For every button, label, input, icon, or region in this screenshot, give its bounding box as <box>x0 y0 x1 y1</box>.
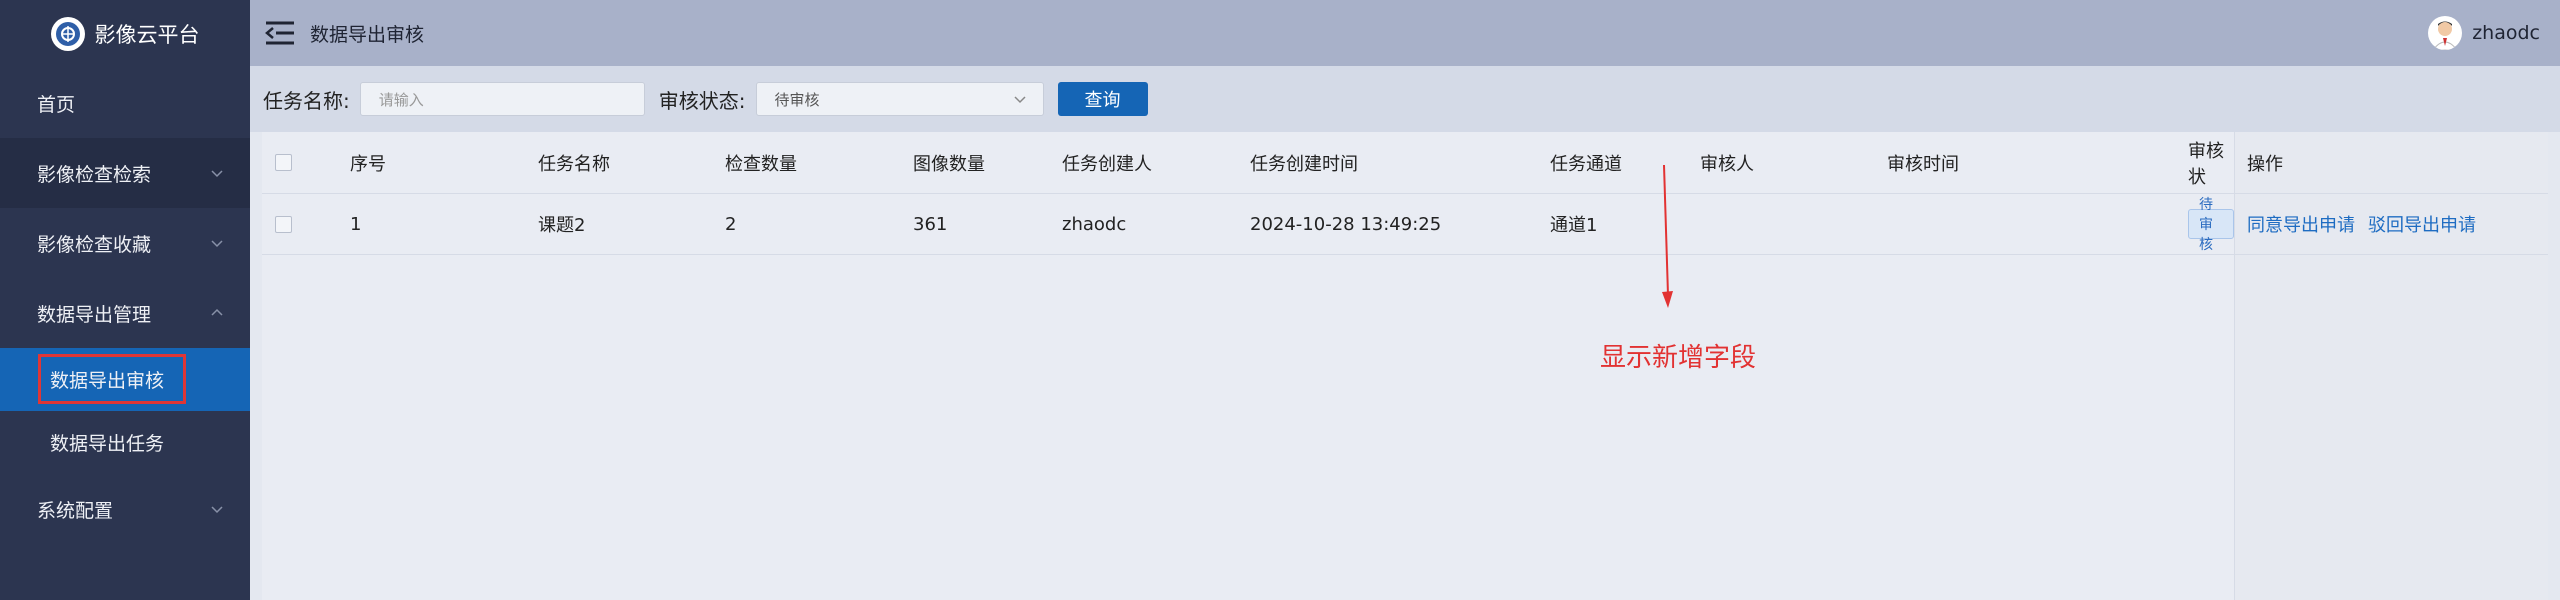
row-checkbox[interactable] <box>275 215 292 233</box>
sidebar-item-label: 数据导出任务 <box>50 433 165 455</box>
sidebar-item-home[interactable]: 首页 <box>0 68 250 138</box>
table-row: 1 课题2 2 361 zhaodc 2024-10-28 13:49:25 通… <box>262 194 2548 255</box>
cell-task-name: 课题2 <box>538 215 586 236</box>
column-header: 审核人 <box>1700 153 1754 175</box>
app-logo[interactable]: 影像云平台 <box>0 0 250 68</box>
menu-collapse-icon[interactable] <box>264 19 296 47</box>
column-header: 检查数量 <box>725 153 797 175</box>
task-name-label: 任务名称: <box>263 88 350 113</box>
task-name-input[interactable]: 请输入 <box>359 82 645 116</box>
column-header: 审核时间 <box>1887 153 1959 175</box>
column-header: 任务创建人 <box>1062 153 1152 175</box>
column-header: 图像数量 <box>913 153 985 175</box>
review-table: 序号 任务名称 检查数量 图像数量 任务创建人 任务创建时间 任务通道 审核人 … <box>262 132 2548 600</box>
sidebar-item-label: 首页 <box>37 93 76 116</box>
logo-icon <box>50 17 85 51</box>
chevron-down-icon <box>1013 96 1026 104</box>
operations-column: 操作 同意导出申请 驳回导出申请 <box>2234 132 2548 600</box>
sidebar-item-label: 数据导出审核 <box>50 370 165 392</box>
chevron-down-icon <box>211 506 223 514</box>
chevron-up-icon <box>211 308 223 316</box>
username: zhaodc <box>2472 22 2540 44</box>
sidebar-item-data-export[interactable]: 数据导出管理 <box>0 278 250 348</box>
sidebar-item-label: 系统配置 <box>37 499 114 522</box>
cell-image-count: 361 <box>913 213 948 235</box>
top-header: 数据导出审核 zhaodc <box>250 0 2560 66</box>
sidebar-item-image-favorites[interactable]: 影像检查收藏 <box>0 208 250 278</box>
sidebar-item-label: 影像检查检索 <box>37 163 152 186</box>
status-select-value: 待审核 <box>774 90 820 109</box>
status-badge: 待审核 <box>2188 197 2234 253</box>
select-all-checkbox[interactable] <box>275 154 292 171</box>
column-header: 任务名称 <box>538 153 610 175</box>
annotation-text: 显示新增字段 <box>1600 343 1757 373</box>
chevron-down-icon <box>211 240 223 248</box>
column-header: 序号 <box>350 153 386 175</box>
operations-row: 同意导出申请 驳回导出申请 <box>2235 194 2548 255</box>
operations-header: 操作 <box>2235 132 2548 194</box>
sidebar-item-label: 数据导出管理 <box>37 303 152 326</box>
task-name-placeholder: 请输入 <box>378 90 424 109</box>
chevron-down-icon <box>211 170 223 178</box>
cell-index: 1 <box>350 213 362 235</box>
cell-created-at: 2024-10-28 13:49:25 <box>1250 213 1442 235</box>
sidebar-item-export-tasks[interactable]: 数据导出任务 <box>0 411 250 474</box>
sidebar-item-image-search[interactable]: 影像检查检索 <box>0 138 250 208</box>
column-header: 任务创建时间 <box>1250 153 1358 175</box>
sidebar-item-export-review[interactable]: 数据导出审核 <box>0 348 250 411</box>
sidebar: 影像云平台 首页 影像检查检索 影像检查收藏 数据导出管理 数据导出审核 数据导… <box>0 0 250 600</box>
cell-channel: 通道1 <box>1550 215 1598 236</box>
avatar <box>2428 16 2463 50</box>
filter-bar: 任务名称: 请输入 审核状态: 待审核 查询 <box>250 66 2560 132</box>
query-button[interactable]: 查询 <box>1057 82 1148 116</box>
status-label: 审核状态: <box>658 88 746 113</box>
cell-creator: zhaodc <box>1062 213 1127 235</box>
approve-export-link[interactable]: 同意导出申请 <box>2247 211 2355 237</box>
sidebar-item-system-config[interactable]: 系统配置 <box>0 474 250 544</box>
app-title: 影像云平台 <box>94 23 200 47</box>
cell-exam-count: 2 <box>725 213 737 235</box>
column-header: 审核状 <box>2188 140 2224 188</box>
sidebar-item-label: 影像检查收藏 <box>37 233 152 256</box>
page-title: 数据导出审核 <box>310 23 425 46</box>
annotation-arrow <box>1662 164 1673 308</box>
table-header-row: 序号 任务名称 检查数量 图像数量 任务创建人 任务创建时间 任务通道 审核人 … <box>262 132 2548 194</box>
user-menu[interactable]: zhaodc <box>2428 16 2540 50</box>
column-header: 操作 <box>2247 153 2283 175</box>
column-header: 任务通道 <box>1550 153 1622 175</box>
status-select[interactable]: 待审核 <box>755 82 1044 116</box>
reject-export-link[interactable]: 驳回导出申请 <box>2368 211 2476 237</box>
